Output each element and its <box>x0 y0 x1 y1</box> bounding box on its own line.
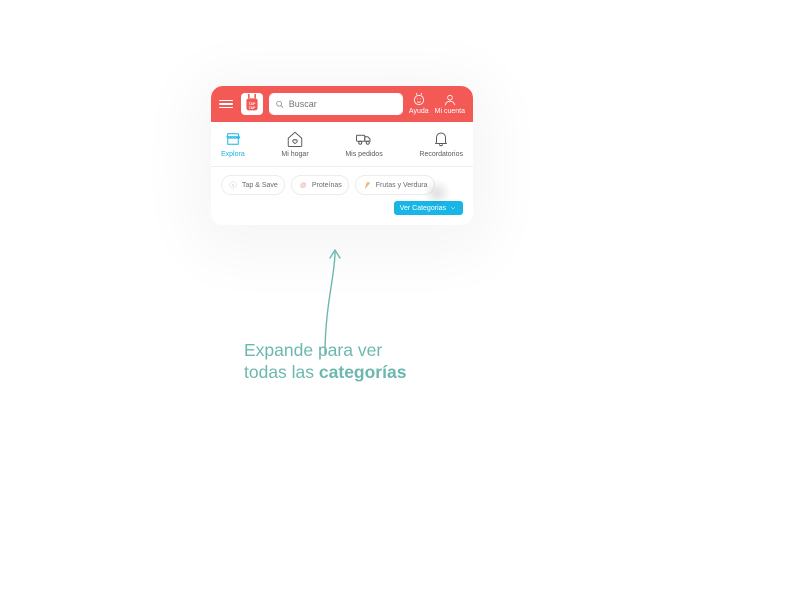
bell-icon <box>432 130 450 148</box>
help-label: Ayuda <box>409 108 429 115</box>
search-input[interactable] <box>289 99 397 109</box>
meat-icon <box>298 180 308 190</box>
nav-tabs: Explora Mi hogar Mis pedidos Recordatori… <box>211 122 473 166</box>
tab-explora[interactable]: Explora <box>221 130 245 158</box>
chip-proteinas[interactable]: Proteínas <box>291 175 349 195</box>
caption-line1: Expande para ver <box>244 340 382 360</box>
chip-label: Frutas y Verdura <box>376 182 428 189</box>
coin-icon: $ <box>228 180 238 190</box>
carrot-icon <box>362 180 372 190</box>
chip-label: Proteínas <box>312 182 342 189</box>
search-icon <box>275 99 285 110</box>
caption-line2b: categorías <box>319 362 407 382</box>
account-label: Mi cuenta <box>435 108 465 115</box>
chevron-down-icon <box>449 204 457 212</box>
chip-label: Tap & Save <box>242 182 278 189</box>
tab-recordatorios[interactable]: Recordatorios <box>419 130 463 158</box>
user-icon <box>443 93 457 107</box>
chip-frutas-verdura[interactable]: Frutas y Verdura <box>355 175 435 195</box>
tab-label: Recordatorios <box>419 151 463 158</box>
tab-mis-pedidos[interactable]: Mis pedidos <box>345 130 382 158</box>
cta-row: Ver Categorias <box>211 199 473 225</box>
help-icon <box>412 93 426 107</box>
caption: Expande para ver todas las categorías <box>244 340 406 384</box>
account-link[interactable]: Mi cuenta <box>435 93 465 115</box>
caption-line2a: todas las <box>244 362 319 382</box>
app-card: TAP TAP Ayuda Mi cuenta <box>211 86 473 225</box>
truck-icon <box>355 130 373 148</box>
topbar: TAP TAP Ayuda Mi cuenta <box>211 86 473 122</box>
tab-label: Mis pedidos <box>345 151 382 158</box>
menu-icon[interactable] <box>219 96 235 112</box>
cta-label: Ver Categorias <box>400 205 446 212</box>
tab-label: Mi hogar <box>281 151 308 158</box>
help-link[interactable]: Ayuda <box>409 93 429 115</box>
svg-text:TAP: TAP <box>249 106 256 110</box>
svg-text:$: $ <box>232 183 235 187</box>
category-chips: $ Tap & Save Proteínas Frutas y Verdura <box>211 167 473 199</box>
chip-tap-save[interactable]: $ Tap & Save <box>221 175 285 195</box>
tab-mi-hogar[interactable]: Mi hogar <box>281 130 308 158</box>
search-box[interactable] <box>269 93 403 115</box>
logo[interactable]: TAP TAP <box>241 93 263 115</box>
tab-label: Explora <box>221 151 245 158</box>
ver-categorias-button[interactable]: Ver Categorias <box>394 201 463 215</box>
home-icon <box>286 130 304 148</box>
store-icon <box>224 130 242 148</box>
